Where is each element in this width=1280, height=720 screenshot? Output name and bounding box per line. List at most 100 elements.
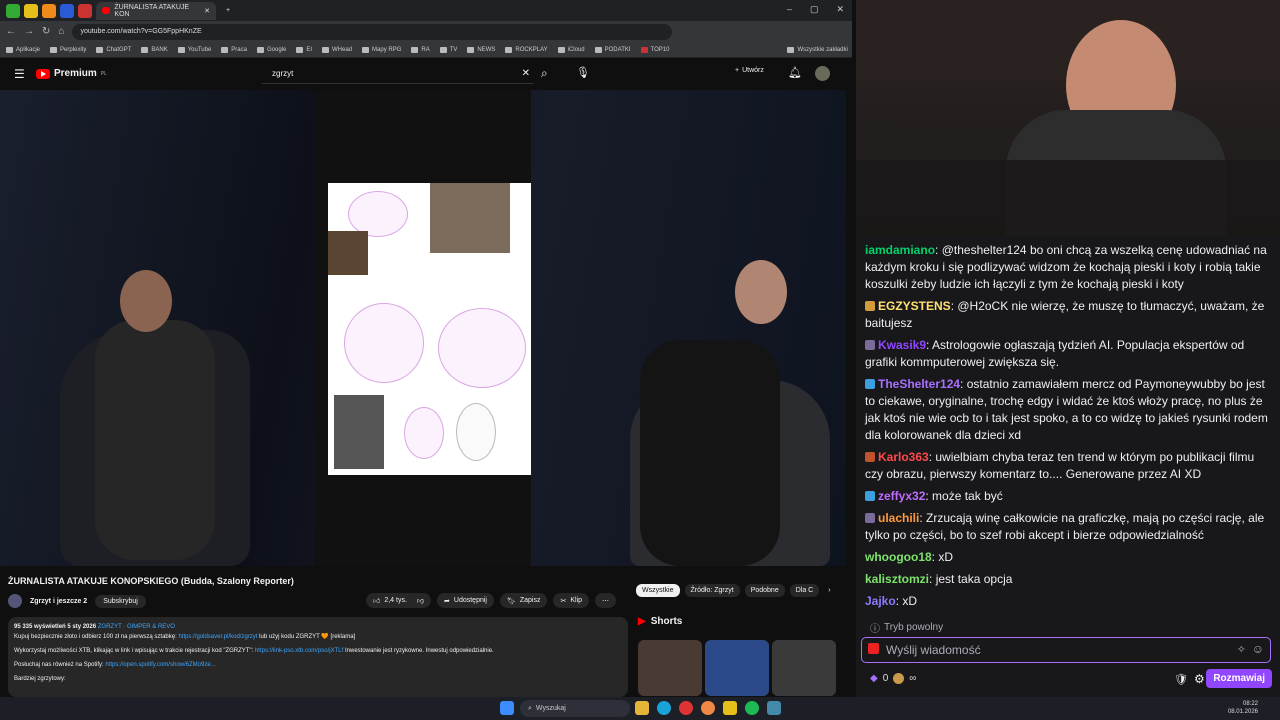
bookmark-item[interactable]: Google xyxy=(256,46,286,53)
channel-name[interactable]: Zgrzyt i jeszcze 2 xyxy=(30,598,87,605)
desc-link-1[interactable]: https://goldsaver.pl/kod/zgrzyt xyxy=(178,634,257,640)
file-explorer-icon[interactable] xyxy=(635,701,649,715)
chip-similar[interactable]: Podobne xyxy=(744,584,785,597)
search-icon[interactable]: ⌕ xyxy=(541,66,548,81)
bookmark-item[interactable]: YouTube xyxy=(177,46,211,53)
chat-username[interactable]: whoogoo18 xyxy=(865,550,932,564)
chat-username[interactable]: Karlo363 xyxy=(878,450,929,464)
short-thumbnail[interactable] xyxy=(772,640,836,696)
bookmark-item[interactable]: Aplikacje xyxy=(6,46,40,53)
pinned-tab-icon[interactable] xyxy=(24,3,38,18)
share-button[interactable]: ➦ Udostępnij xyxy=(437,593,494,608)
gear-icon[interactable]: ⚙ xyxy=(1194,672,1205,686)
reload-icon[interactable]: ↻ xyxy=(42,26,50,37)
more-actions-button[interactable]: ⋯ xyxy=(595,593,617,608)
channel-avatar[interactable] xyxy=(8,594,22,608)
chat-message-input[interactable]: Wyślij wiadomość ✧ ☺ xyxy=(861,637,1271,663)
bookmark-item[interactable]: ROCKPLAY xyxy=(505,46,548,53)
bookmark-label: Perplexity xyxy=(60,46,87,53)
chat-send-button[interactable]: Rozmawiaj xyxy=(1206,669,1272,688)
microphone-icon[interactable]: 🎙 xyxy=(576,66,590,79)
maximize-icon[interactable]: ▢ xyxy=(810,4,819,15)
bookmark-item[interactable]: TOP10 xyxy=(640,46,669,53)
bell-icon[interactable]: 🔔︎ xyxy=(788,66,802,79)
close-tab-icon[interactable]: ✕ xyxy=(204,7,210,15)
minimize-icon[interactable]: – xyxy=(787,4,792,15)
chat-username[interactable]: Jajko xyxy=(865,594,896,608)
app-icon[interactable] xyxy=(767,701,781,715)
start-icon[interactable] xyxy=(500,701,514,715)
bookmark-item[interactable]: PODATKI xyxy=(594,46,631,53)
close-icon[interactable]: ✕ xyxy=(836,4,844,15)
clip-button[interactable]: ✂ Klip xyxy=(553,593,590,608)
taskbar-search[interactable]: ⌕ Wyszukaj xyxy=(520,700,630,717)
description-box[interactable]: 95 335 wyświetleń 5 sty 2026 ZGRZYT · GI… xyxy=(8,617,628,697)
system-clock[interactable]: 08:22 08.01.2026 xyxy=(1228,700,1258,716)
bookmark-item[interactable]: Praca xyxy=(221,46,247,53)
emote-icon[interactable]: ☺ xyxy=(1252,642,1264,656)
save-button[interactable]: 🔖︎ Zapisz xyxy=(499,593,548,608)
like-button[interactable]: 👍︎ 2,4 tys. 👎︎ xyxy=(366,593,432,608)
chat-username[interactable]: ulachili xyxy=(878,511,919,525)
thumbs-down-icon[interactable]: 👎︎ xyxy=(417,596,424,605)
chat-username[interactable]: zeffyx32 xyxy=(878,489,925,503)
pinned-tab-icon[interactable] xyxy=(6,3,20,18)
share-label: Udostępnij xyxy=(453,597,487,604)
bookmark-item[interactable]: NEWS xyxy=(467,46,495,53)
spotify-icon[interactable] xyxy=(745,701,759,715)
tab-youtube[interactable]: ŻURNALISTA ATAKUJE KON ✕ xyxy=(96,1,216,20)
bookmark-item[interactable]: BANK xyxy=(141,46,168,53)
desc-link-3[interactable]: https://open.spotify.com/show/6ZMo9ze... xyxy=(105,662,215,668)
subscribe-button[interactable]: Subskrybuj xyxy=(95,594,146,608)
short-thumbnail[interactable] xyxy=(638,640,702,696)
menu-icon[interactable]: ☰ xyxy=(14,67,25,81)
channel-points-icon[interactable] xyxy=(868,643,879,654)
bookmark-item[interactable]: WHead xyxy=(322,46,352,53)
description-tags[interactable]: ZGRZYT · GIMPER & REVO xyxy=(98,624,175,630)
chat-username[interactable]: EGZYSTENS xyxy=(878,299,951,313)
chip-all[interactable]: Wszystkie xyxy=(636,584,680,597)
bookmark-item[interactable]: ChatGPT xyxy=(96,46,131,53)
url-input[interactable]: youtube.com/watch?v=GG5FppHKnZE xyxy=(72,23,673,40)
all-bookmarks[interactable]: Wszystkie zakładki xyxy=(787,46,848,53)
bookmark-item[interactable]: Perplexity xyxy=(50,46,87,53)
pinned-tab-icon[interactable] xyxy=(60,3,74,18)
chat-message: Kwasik9: Astrologowie ogłaszają tydzień … xyxy=(865,338,1245,369)
shield-icon[interactable]: 🛡︎ xyxy=(1174,673,1188,686)
chat-username[interactable]: iamdamiano xyxy=(865,243,935,257)
edge-icon[interactable] xyxy=(657,701,671,715)
sparkle-icon[interactable]: ✧ xyxy=(1237,643,1246,656)
folder-icon xyxy=(141,46,149,53)
bookmark-item[interactable]: RA xyxy=(411,46,430,53)
bookmark-item[interactable]: Mapy RPG xyxy=(362,46,401,53)
bookmark-item[interactable]: TV xyxy=(439,46,457,53)
info-icon: ⓘ xyxy=(870,624,880,635)
chevron-right-icon[interactable]: › xyxy=(824,584,834,597)
home-icon[interactable]: ⌂ xyxy=(58,26,64,37)
bookmark-item[interactable]: EI xyxy=(296,46,312,53)
chip-source[interactable]: Źródło: Zgrzyt xyxy=(684,584,740,597)
chip-for-you[interactable]: Dla C xyxy=(789,584,820,597)
desc-link-2[interactable]: https://link-pso.xtb.com/pso/jXTLf xyxy=(255,648,343,654)
short-thumbnail[interactable] xyxy=(705,640,769,696)
pinned-tab-icon[interactable] xyxy=(78,3,92,18)
back-icon[interactable]: ← xyxy=(6,26,16,37)
bookmark-item[interactable]: iCloud xyxy=(557,46,585,53)
search-input[interactable]: zgrzyt ✕ xyxy=(262,64,534,84)
clear-search-icon[interactable]: ✕ xyxy=(522,68,530,79)
app-icon[interactable] xyxy=(679,701,693,715)
youtube-logo[interactable]: Premium PL xyxy=(36,68,107,79)
points-display[interactable]: ◆ 0 ∞ xyxy=(870,673,916,684)
chrome-icon[interactable] xyxy=(701,701,715,715)
chat-username[interactable]: TheShelter124 xyxy=(878,377,960,391)
scissors-icon: ✂ xyxy=(560,597,567,605)
notes-icon[interactable] xyxy=(723,701,737,715)
forward-icon[interactable]: → xyxy=(24,26,34,37)
pinned-tab-icon[interactable] xyxy=(42,3,56,18)
like-count: 2,4 tys. xyxy=(384,597,407,604)
new-tab-button[interactable]: + xyxy=(220,2,236,20)
create-button[interactable]: + Utwórz xyxy=(735,67,764,74)
chat-username[interactable]: Kwasik9 xyxy=(878,338,926,352)
avatar[interactable] xyxy=(815,66,830,81)
chat-username[interactable]: kalisztomzi xyxy=(865,572,929,586)
